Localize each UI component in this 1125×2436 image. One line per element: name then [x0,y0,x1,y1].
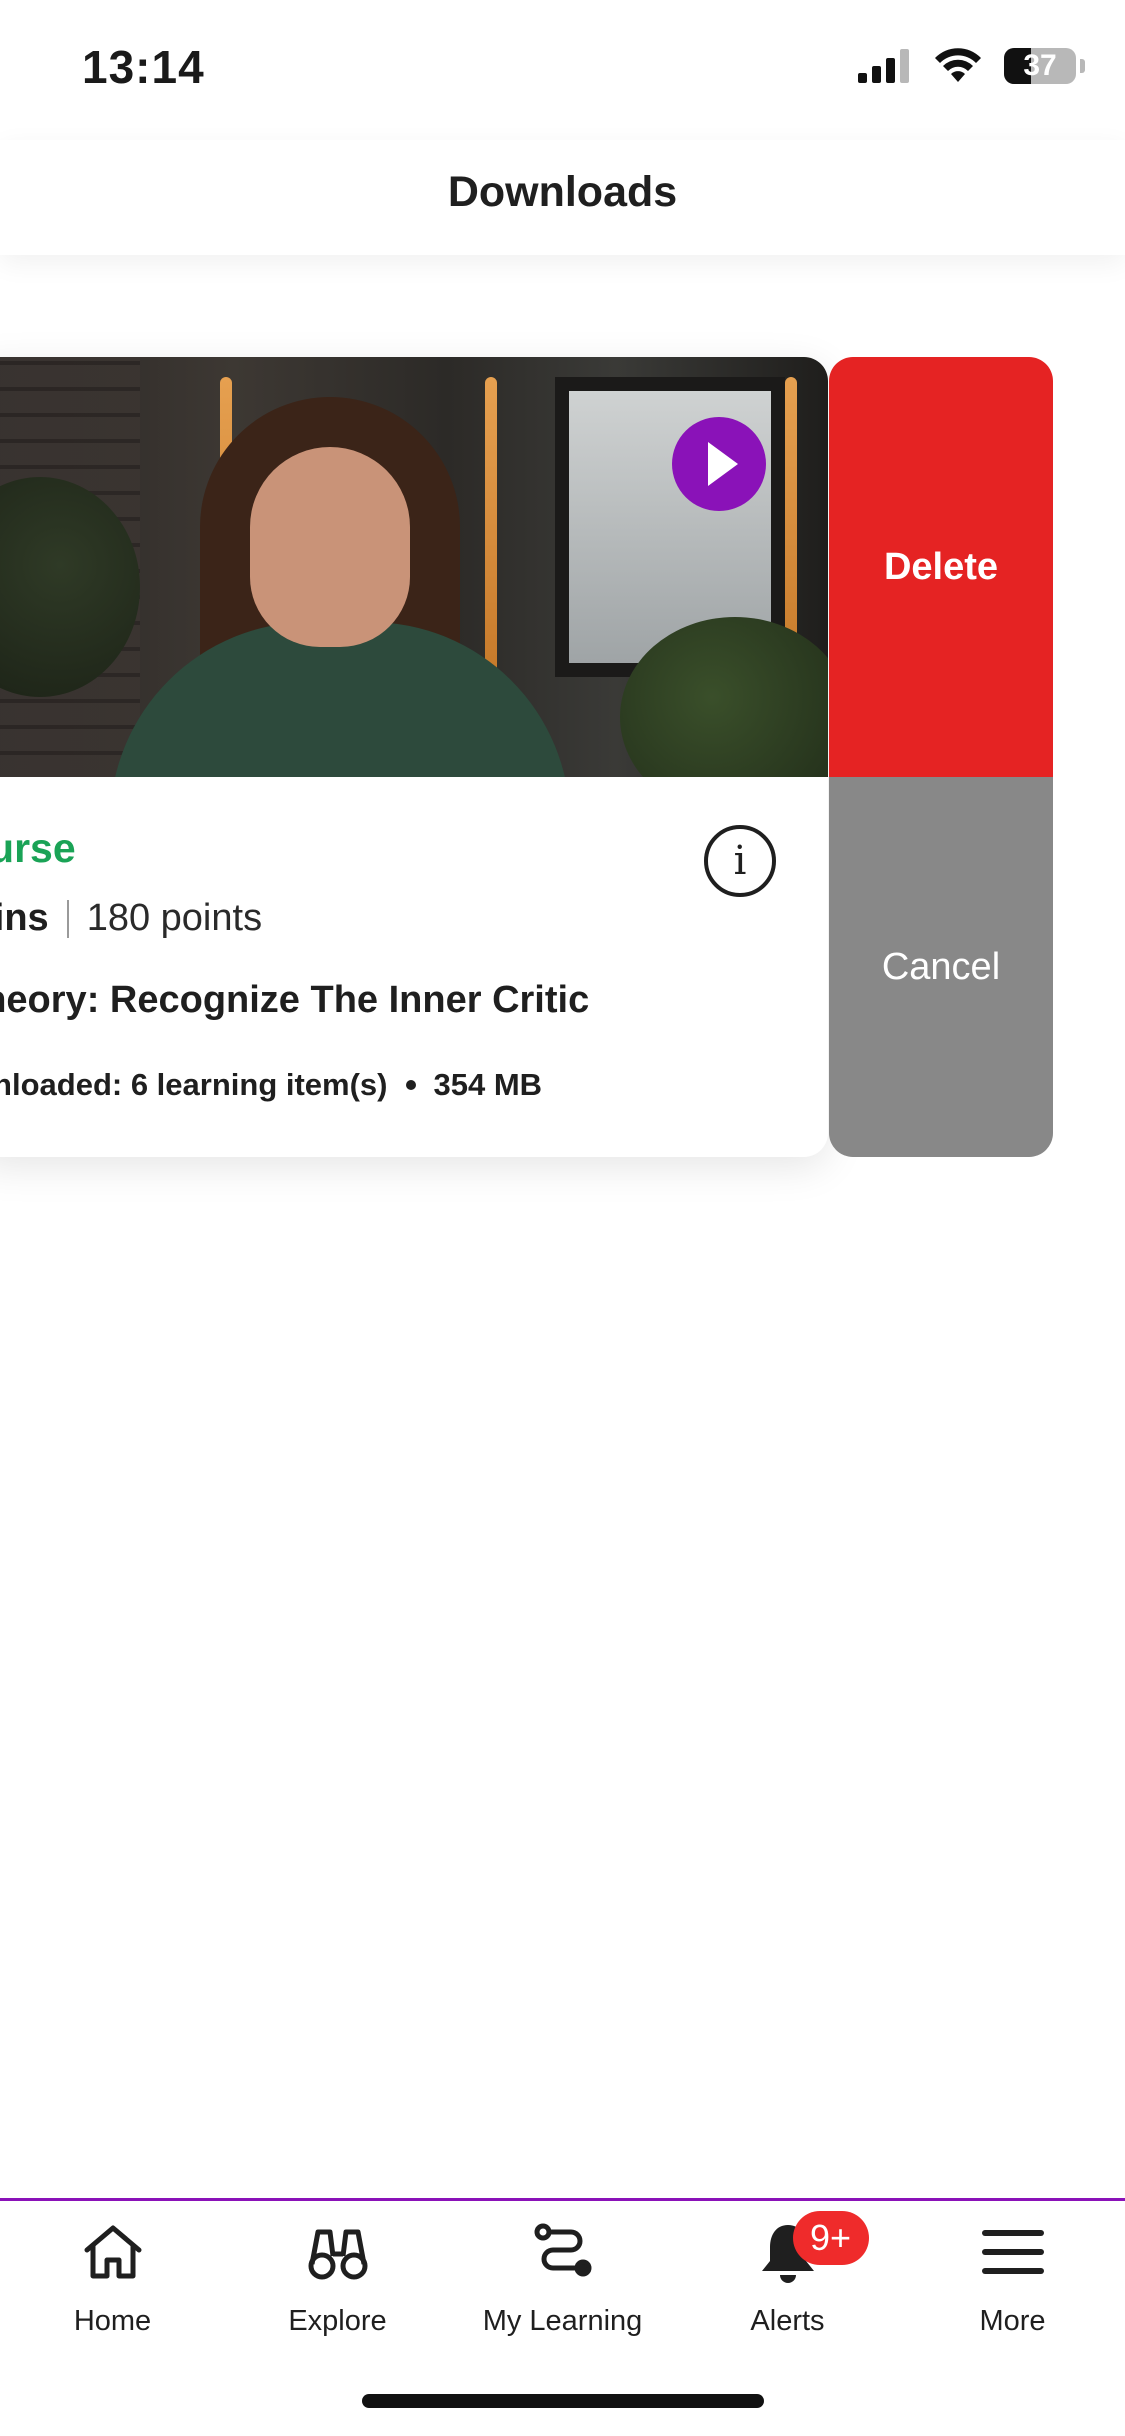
delete-button[interactable]: Delete [829,357,1053,777]
download-card[interactable]: ourse mins 180 points Theory: Recognize … [0,357,828,1157]
info-button[interactable]: i [704,825,776,897]
thumbnail-person-face [250,447,410,647]
tab-label: My Learning [482,2305,643,2337]
status-bar: 13:14 37 [0,0,1125,140]
meta-divider [66,899,69,938]
thumbnail-bg-lamp [485,377,497,677]
tab-home[interactable]: Home [0,2211,225,2361]
battery-percent: 37 [1023,49,1057,82]
course-type-label: ourse [0,825,76,871]
battery-cap [1080,59,1085,73]
play-button[interactable] [672,417,766,511]
wifi-icon [935,48,981,82]
tab-label: Alerts [750,2305,825,2337]
tab-alerts[interactable]: 9+ Alerts [675,2211,900,2361]
tab-label: Explore [288,2305,387,2337]
course-meta: mins 180 points [0,897,262,940]
course-title: Theory: Recognize The Inner Critic [0,979,590,1021]
signal-icon [858,49,909,83]
home-icon [78,2217,148,2287]
alerts-badge: 9+ [792,2211,869,2265]
battery-icon: 37 [1004,48,1076,84]
status-icons: 37 [858,48,1085,84]
tab-label: More [979,2305,1046,2337]
page-header: Downloads [0,140,1125,255]
course-points: 180 points [86,897,263,939]
download-info: ownloaded: 6 learning item(s) 354 MB [0,1067,542,1103]
status-time: 13:14 [82,41,205,93]
home-indicator[interactable] [362,2394,764,2408]
tab-label: Home [73,2305,152,2337]
path-icon [528,2217,598,2287]
cancel-button[interactable]: Cancel [829,777,1053,1157]
play-icon [708,442,738,486]
course-thumbnail[interactable] [0,357,828,777]
binoculars-icon [303,2217,373,2287]
tab-more[interactable]: More [900,2211,1125,2361]
menu-icon [978,2217,1048,2287]
download-size: 354 MB [433,1067,543,1102]
separator-dot [405,1080,416,1090]
tab-my-learning[interactable]: My Learning [450,2211,675,2361]
info-icon: i [733,838,747,884]
course-duration: mins [0,897,49,939]
bell-icon: 9+ [753,2211,869,2287]
page-title: Downloads [447,168,678,216]
tab-explore[interactable]: Explore [225,2211,450,2361]
card-body: ourse mins 180 points Theory: Recognize … [0,777,828,1157]
downloaded-items: ownloaded: 6 learning item(s) [0,1067,388,1102]
